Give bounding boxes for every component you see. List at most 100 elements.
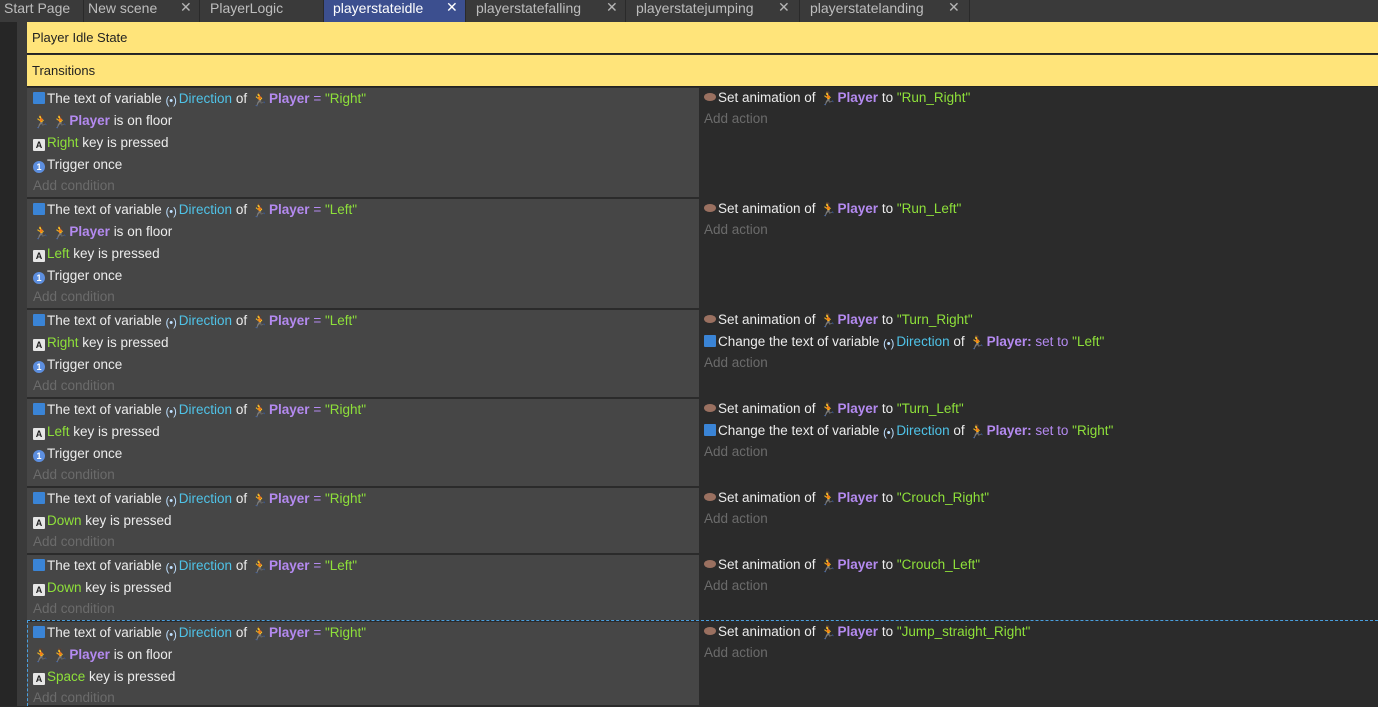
condition-trigger-once[interactable]: 1 Trigger once bbox=[33, 445, 122, 463]
animation-icon bbox=[704, 560, 716, 568]
add-action-button[interactable]: Add action bbox=[704, 221, 768, 239]
action-set-animation[interactable]: Set animation of 🏃Player to "Run_Right" bbox=[704, 89, 970, 107]
tab-playerstateidle[interactable]: playerstateidle ✕ bbox=[324, 0, 466, 22]
condition-text: The text of variable bbox=[47, 313, 162, 328]
condition-variable-text[interactable]: The text of variable (•) Direction of 🏃Pl… bbox=[33, 90, 366, 108]
condition-variable-text[interactable]: The text of variable (•) Direction of 🏃Pl… bbox=[33, 490, 366, 508]
action-set-animation[interactable]: Set animation of 🏃Player to "Run_Left" bbox=[704, 200, 961, 218]
animation-icon bbox=[704, 93, 716, 101]
condition-key-pressed[interactable]: A Left key is pressed bbox=[33, 245, 160, 263]
condition-trigger-once[interactable]: 1 Trigger once bbox=[33, 267, 122, 285]
of-text: of bbox=[953, 334, 965, 349]
add-condition-button[interactable]: Add condition bbox=[33, 533, 115, 551]
tab-label: Start Page bbox=[4, 0, 71, 16]
variable-name: Direction bbox=[178, 202, 233, 217]
tab-playerstatejumping[interactable]: playerstatejumping ✕ bbox=[626, 0, 800, 22]
key-name: Right bbox=[47, 335, 79, 350]
action-text: Set animation of bbox=[718, 490, 816, 505]
add-action-button[interactable]: Add action bbox=[704, 443, 768, 461]
object-name: Player bbox=[269, 558, 310, 573]
add-condition-button[interactable]: Add condition bbox=[33, 288, 115, 306]
close-icon[interactable]: ✕ bbox=[180, 0, 192, 15]
close-icon[interactable]: ✕ bbox=[778, 0, 790, 15]
tab-playerstatelanding[interactable]: playerstatelanding ✕ bbox=[800, 0, 970, 22]
variable-name: Direction bbox=[178, 491, 233, 506]
event-conditions[interactable]: The text of variable (•) Direction of 🏃Pl… bbox=[27, 555, 699, 621]
of-text: of bbox=[235, 202, 248, 217]
of-text: of bbox=[235, 491, 248, 506]
object-name: Player bbox=[69, 113, 110, 128]
condition-text: key is pressed bbox=[85, 513, 172, 528]
condition-variable-text[interactable]: The text of variable (•) Direction of 🏃Pl… bbox=[33, 401, 366, 419]
action-set-animation[interactable]: Set animation of 🏃Player to "Turn_Left" bbox=[704, 400, 964, 418]
variable-icon bbox=[33, 314, 45, 326]
condition-text: key is pressed bbox=[73, 246, 160, 261]
event-conditions[interactable]: The text of variable (•) Direction of 🏃Pl… bbox=[27, 399, 699, 487]
key-name: Right bbox=[47, 135, 79, 150]
event-group-bar[interactable] bbox=[17, 22, 27, 706]
condition-trigger-once[interactable]: 1 Trigger once bbox=[33, 156, 122, 174]
comment-event[interactable]: Player Idle State bbox=[27, 22, 1378, 54]
event-actions[interactable]: Set animation of 🏃Player to "Crouch_Left… bbox=[700, 555, 1378, 621]
condition-key-pressed[interactable]: A Right key is pressed bbox=[33, 334, 169, 352]
value-string: "Right" bbox=[1072, 423, 1114, 438]
keyboard-icon: A bbox=[33, 250, 45, 262]
tab-start-page[interactable]: Start Page bbox=[0, 0, 84, 22]
condition-on-floor[interactable]: 🏃 🏃Player is on floor bbox=[33, 223, 172, 241]
add-condition-button[interactable]: Add condition bbox=[33, 177, 115, 195]
scene-variable-icon: (•) bbox=[165, 206, 177, 218]
tab-new-scene[interactable]: New scene ✕ bbox=[84, 0, 200, 22]
close-icon[interactable]: ✕ bbox=[606, 0, 618, 15]
event-conditions[interactable]: The text of variable (•) Direction of 🏃Pl… bbox=[27, 310, 699, 398]
object-name: Player bbox=[837, 557, 879, 572]
condition-on-floor[interactable]: 🏃 🏃Player is on floor bbox=[33, 112, 172, 130]
action-change-variable[interactable]: Change the text of variable (•) Direction… bbox=[704, 422, 1113, 440]
add-condition-button[interactable]: Add condition bbox=[33, 377, 115, 395]
condition-key-pressed[interactable]: A Down key is pressed bbox=[33, 512, 172, 530]
condition-variable-text[interactable]: The text of variable (•) Direction of 🏃Pl… bbox=[33, 557, 357, 575]
of-text: of bbox=[235, 313, 248, 328]
event-conditions[interactable]: The text of variable (•) Direction of 🏃Pl… bbox=[27, 88, 699, 198]
variable-name: Direction bbox=[178, 558, 233, 573]
tab-bar: Start Page New scene ✕ PlayerLogic playe… bbox=[0, 0, 1378, 22]
event-actions[interactable]: Set animation of 🏃Player to "Turn_Left" C… bbox=[700, 399, 1378, 487]
object-name: Player bbox=[269, 491, 310, 506]
add-condition-button[interactable]: Add condition bbox=[33, 466, 115, 484]
add-action-button[interactable]: Add action bbox=[704, 510, 768, 528]
condition-text: The text of variable bbox=[47, 558, 162, 573]
comment-event[interactable]: Transitions bbox=[27, 55, 1378, 87]
condition-variable-text[interactable]: The text of variable (•) Direction of 🏃Pl… bbox=[33, 312, 357, 330]
condition-key-pressed[interactable]: A Down key is pressed bbox=[33, 579, 172, 597]
condition-key-pressed[interactable]: A Left key is pressed bbox=[33, 423, 160, 441]
event-actions[interactable]: Set animation of 🏃Player to "Run_Left" Ad… bbox=[700, 199, 1378, 309]
action-set-animation[interactable]: Set animation of 🏃Player to "Crouch_Righ… bbox=[704, 489, 989, 507]
add-action-button[interactable]: Add action bbox=[704, 354, 768, 372]
event-actions[interactable]: Set animation of 🏃Player to "Run_Right" A… bbox=[700, 88, 1378, 198]
action-set-animation[interactable]: Set animation of 🏃Player to "Turn_Right" bbox=[704, 311, 973, 329]
key-name: Down bbox=[47, 513, 82, 528]
action-change-variable[interactable]: Change the text of variable (•) Direction… bbox=[704, 333, 1104, 351]
action-text: Change the text of variable bbox=[718, 334, 880, 349]
selected-event-outline bbox=[27, 620, 1378, 707]
tab-playerlogic[interactable]: PlayerLogic bbox=[200, 0, 324, 22]
event-conditions[interactable]: The text of variable (•) Direction of 🏃Pl… bbox=[27, 199, 699, 309]
player-sprite-icon: 🏃 bbox=[52, 114, 69, 129]
variable-icon bbox=[33, 559, 45, 571]
object-name: Player: bbox=[986, 423, 1032, 438]
tab-playerstatefalling[interactable]: playerstatefalling ✕ bbox=[466, 0, 626, 22]
animation-icon bbox=[704, 493, 716, 501]
event-actions[interactable]: Set animation of 🏃Player to "Crouch_Righ… bbox=[700, 488, 1378, 554]
action-set-animation[interactable]: Set animation of 🏃Player to "Crouch_Left… bbox=[704, 556, 980, 574]
condition-trigger-once[interactable]: 1 Trigger once bbox=[33, 356, 122, 374]
condition-key-pressed[interactable]: A Right key is pressed bbox=[33, 134, 169, 152]
close-icon[interactable]: ✕ bbox=[948, 0, 960, 15]
add-condition-button[interactable]: Add condition bbox=[33, 600, 115, 618]
condition-variable-text[interactable]: The text of variable (•) Direction of 🏃Pl… bbox=[33, 201, 357, 219]
event-conditions[interactable]: The text of variable (•) Direction of 🏃Pl… bbox=[27, 488, 699, 554]
object-name: Player bbox=[69, 224, 110, 239]
event-actions[interactable]: Set animation of 🏃Player to "Turn_Right"… bbox=[700, 310, 1378, 398]
keyboard-icon: A bbox=[33, 584, 45, 596]
close-icon[interactable]: ✕ bbox=[446, 0, 458, 15]
add-action-button[interactable]: Add action bbox=[704, 110, 768, 128]
add-action-button[interactable]: Add action bbox=[704, 577, 768, 595]
